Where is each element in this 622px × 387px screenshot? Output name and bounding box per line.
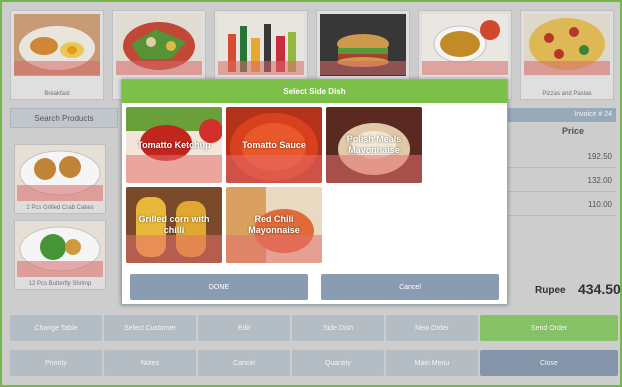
side-dish-polish-mayonnaise[interactable]: Polish Meals Mayonnaise <box>326 107 422 183</box>
side-dish-label: Red Chili Mayonnaise <box>248 214 300 235</box>
dialog-title: Select Side Dish <box>122 80 507 103</box>
side-dish-label: Tomatto Ketchup <box>137 139 211 150</box>
dialog-cancel-button[interactable]: Cancel <box>321 274 499 300</box>
side-dish-tomato-ketchup[interactable]: Tomatto Ketchup <box>126 107 222 183</box>
side-dish-tomato-sauce[interactable]: Tomatto Sauce <box>226 107 322 183</box>
side-dish-label: Tomatto Sauce <box>242 139 306 150</box>
side-dish-dialog: Select Side Dish Tomatto Ketchup Tomatto… <box>121 79 508 305</box>
side-dish-label: Polish Meals Mayonnaise <box>346 134 402 155</box>
side-dish-grilled-corn[interactable]: Grilled corn with chilli <box>126 187 222 263</box>
side-dish-label: Grilled corn with chilli <box>138 214 210 235</box>
done-button[interactable]: DONE <box>130 274 308 300</box>
side-dish-red-chili-mayonnaise[interactable]: Red Chili Mayonnaise <box>226 187 322 263</box>
